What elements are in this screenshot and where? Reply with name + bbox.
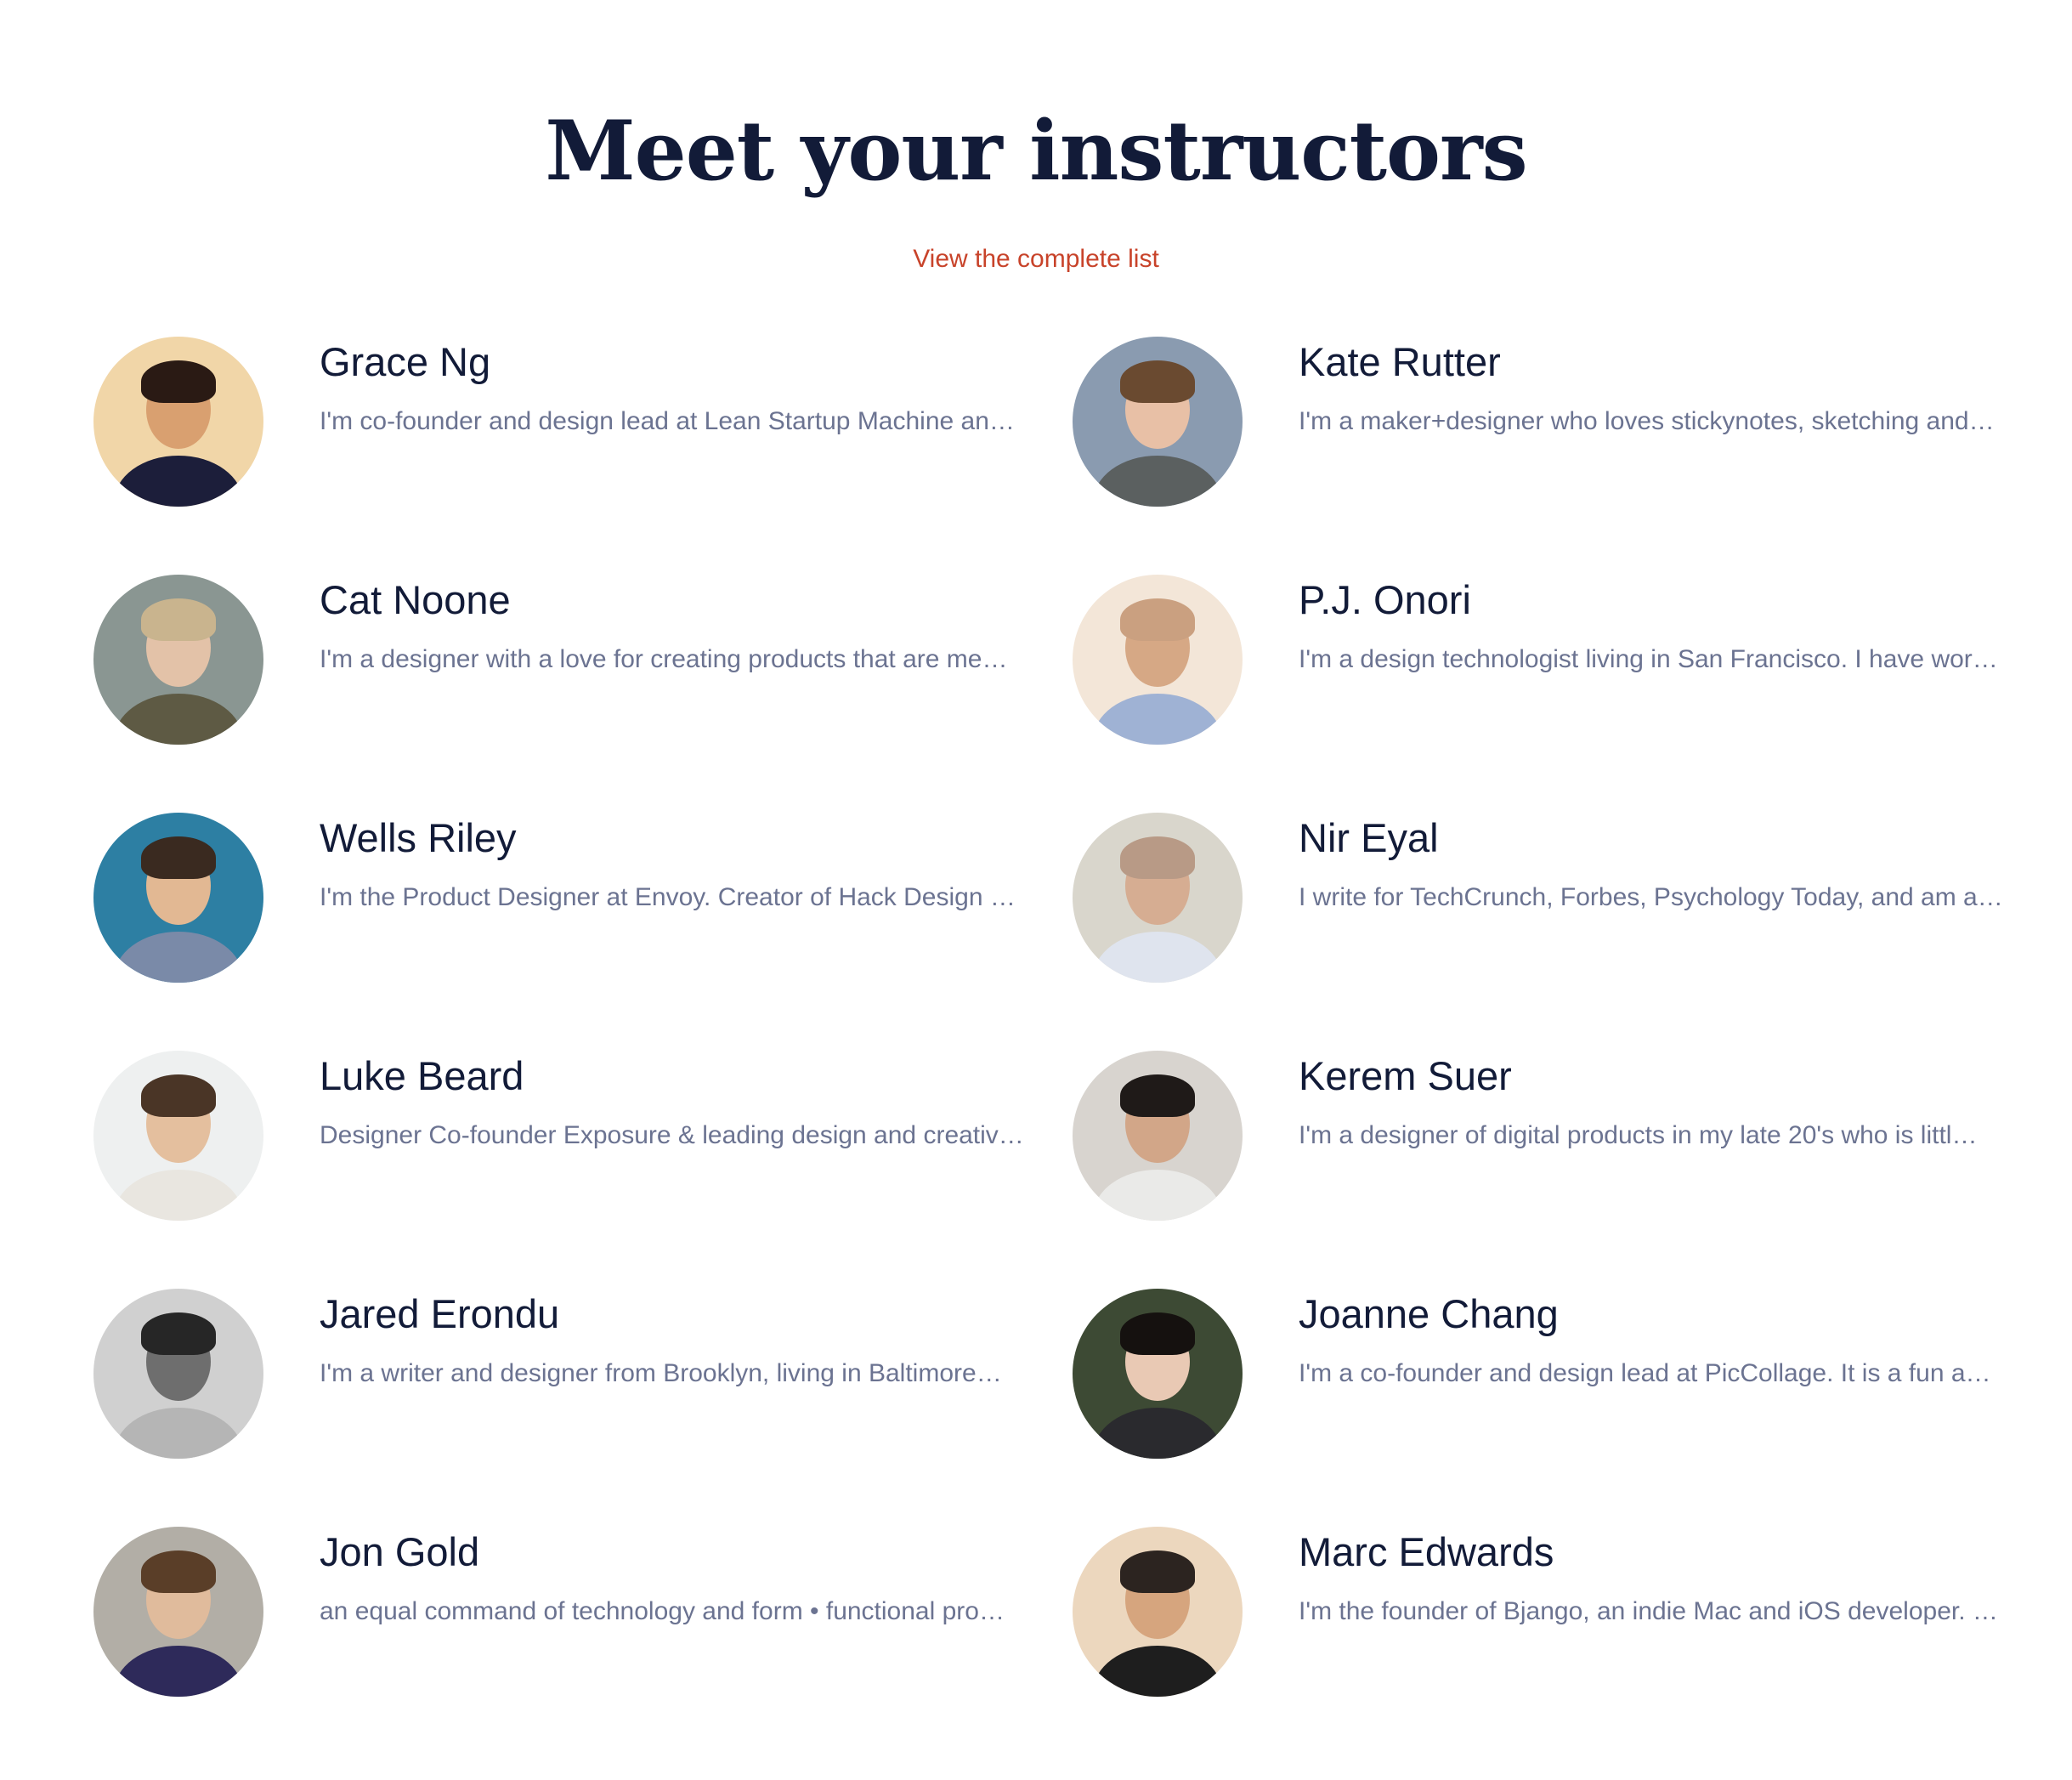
instructor-name[interactable]: Wells Riley [320,813,517,864]
avatar-hair [141,1312,216,1355]
instructor-bio: I'm the founder of Bjango, an indie Mac … [1299,1597,1998,1625]
instructor-name[interactable]: Marc Edwards [1299,1527,1554,1578]
avatar-shoulders [1093,1170,1222,1221]
avatar-shoulders [114,456,243,507]
instructor-card[interactable]: Cat Noone I'm a designer with a love for … [93,575,1028,745]
instructor-card[interactable]: Jared Erondu I'm a writer and designer fr… [93,1289,1028,1459]
avatar-shoulders [1093,1646,1222,1697]
avatar-shoulders [114,1408,243,1459]
avatar[interactable] [1073,337,1243,507]
avatar-hair [141,1074,216,1117]
avatar-hair [1120,836,1195,879]
instructor-card[interactable]: Luke Beard Designer Co-founder Exposure &… [93,1051,1028,1221]
avatar-hair [141,1550,216,1593]
avatar[interactable] [93,1051,263,1221]
instructor-name[interactable]: Jon Gold [320,1527,479,1578]
avatar[interactable] [93,337,263,507]
instructor-card[interactable]: Kate Rutter I'm a maker+designer who love… [1073,337,2007,507]
avatar[interactable] [1073,1051,1243,1221]
instructor-name[interactable]: Grace Ng [320,337,490,388]
avatar[interactable] [1073,1289,1243,1459]
instructor-bio: I'm co-founder and design lead at Lean S… [320,407,1015,435]
instructor-name[interactable]: Jared Erondu [320,1289,559,1340]
instructor-card[interactable]: Joanne Chang I'm a co-founder and design … [1073,1289,2007,1459]
avatar-shoulders [1093,456,1222,507]
instructor-name[interactable]: Cat Noone [320,575,511,626]
instructor-card[interactable]: Marc Edwards I'm the founder of Bjango, a… [1073,1527,2007,1697]
instructor-name[interactable]: P.J. Onori [1299,575,1471,626]
avatar-hair [1120,360,1195,403]
avatar-hair [141,360,216,403]
avatar-shoulders [114,1170,243,1221]
instructor-bio: I'm the Product Designer at Envoy. Creat… [320,883,1016,911]
instructor-card[interactable]: Grace Ng I'm co-founder and design lead a… [93,337,1028,507]
avatar-shoulders [114,1646,243,1697]
instructor-bio: I write for TechCrunch, Forbes, Psycholo… [1299,883,2003,911]
instructor-bio: I'm a designer with a love for creating … [320,645,1008,673]
avatar[interactable] [1073,575,1243,745]
instructor-bio: I'm a designer of digital products in my… [1299,1121,1978,1149]
instructor-card[interactable]: P.J. Onori I'm a design technologist livi… [1073,575,2007,745]
avatar[interactable] [93,1289,263,1459]
avatar[interactable] [1073,813,1243,983]
avatar-shoulders [1093,932,1222,983]
instructor-name[interactable]: Nir Eyal [1299,813,1439,864]
instructor-name[interactable]: Joanne Chang [1299,1289,1559,1340]
instructor-name[interactable]: Luke Beard [320,1051,524,1102]
instructor-name[interactable]: Kate Rutter [1299,337,1501,388]
instructor-bio: I'm a writer and designer from Brooklyn,… [320,1359,1002,1387]
instructor-name[interactable]: Kerem Suer [1299,1051,1512,1102]
avatar-hair [141,836,216,879]
instructor-card[interactable]: Kerem Suer I'm a designer of digital prod… [1073,1051,2007,1221]
avatar[interactable] [93,813,263,983]
instructors-section: Meet your instructors View the complete … [0,0,2072,1780]
avatar-hair [1120,1312,1195,1355]
avatar-hair [1120,598,1195,641]
instructor-card[interactable]: Jon Gold an equal command of technology a… [93,1527,1028,1697]
avatar-shoulders [114,694,243,745]
avatar-shoulders [1093,694,1222,745]
instructor-bio: Designer Co-founder Exposure & leading d… [320,1121,1024,1149]
instructor-bio: I'm a design technologist living in San … [1299,645,1998,673]
page-title: Meet your instructors [545,103,1527,199]
view-complete-list-link[interactable]: View the complete list [0,242,2072,276]
instructor-card[interactable]: Wells Riley I'm the Product Designer at E… [93,813,1028,983]
instructor-bio: I'm a maker+designer who loves stickynot… [1299,407,1995,435]
avatar-shoulders [1093,1408,1222,1459]
instructor-bio: an equal command of technology and form … [320,1597,1005,1625]
instructor-bio: I'm a co-founder and design lead at PicC… [1299,1359,1991,1387]
avatar-hair [1120,1074,1195,1117]
avatar[interactable] [1073,1527,1243,1697]
avatar-hair [141,598,216,641]
avatar[interactable] [93,575,263,745]
avatar-hair [1120,1550,1195,1593]
avatar[interactable] [93,1527,263,1697]
instructor-card[interactable]: Nir Eyal I write for TechCrunch, Forbes, … [1073,813,2007,983]
avatar-shoulders [114,932,243,983]
